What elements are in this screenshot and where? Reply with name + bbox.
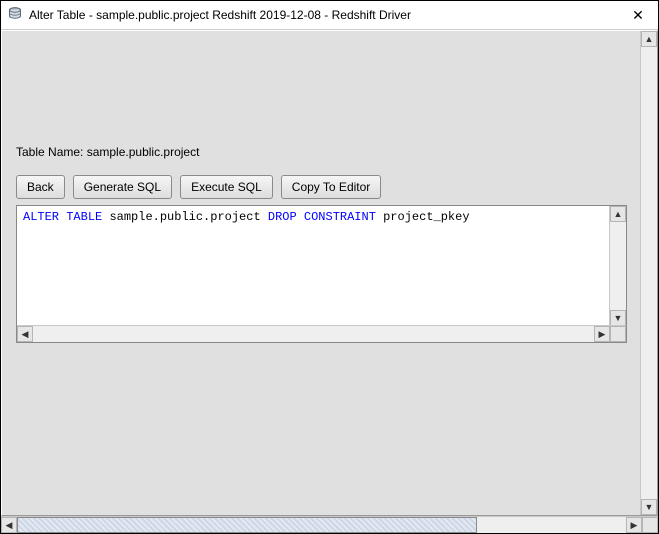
copy-to-editor-button[interactable]: Copy To Editor — [281, 175, 382, 199]
window-title: Alter Table - sample.public.project Reds… — [29, 8, 411, 22]
scroll-left-icon[interactable]: ◀ — [17, 326, 33, 342]
sql-text[interactable]: ALTER TABLE sample.public.project DROP C… — [17, 206, 610, 326]
scroll-down-icon[interactable]: ▼ — [641, 499, 657, 515]
sql-ident: sample.public.project — [109, 210, 260, 224]
sql-keyword: TABLE — [66, 210, 102, 224]
scroll-up-icon[interactable]: ▲ — [610, 206, 626, 222]
execute-sql-button[interactable]: Execute SQL — [180, 175, 273, 199]
scroll-right-icon[interactable]: ▶ — [626, 517, 642, 533]
sql-vertical-scrollbar[interactable]: ▲ ▼ — [609, 206, 626, 326]
scroll-up-icon[interactable]: ▲ — [641, 31, 657, 47]
outer-scroll-area: Table Name: sample.public.project Back G… — [1, 30, 658, 516]
scroll-down-icon[interactable]: ▼ — [610, 310, 626, 326]
title-bar: Alter Table - sample.public.project Reds… — [1, 1, 658, 30]
scroll-left-icon[interactable]: ◀ — [1, 517, 17, 533]
app-window: Alter Table - sample.public.project Reds… — [0, 0, 659, 534]
sql-keyword: ALTER — [23, 210, 59, 224]
window-close-button[interactable]: ✕ — [618, 1, 658, 29]
sql-ident: project_pkey — [383, 210, 469, 224]
generate-sql-button[interactable]: Generate SQL — [73, 175, 172, 199]
content-panel: Table Name: sample.public.project Back G… — [2, 31, 641, 515]
outer-container: Table Name: sample.public.project Back G… — [1, 30, 658, 533]
database-icon — [7, 6, 23, 25]
sql-editor[interactable]: ALTER TABLE sample.public.project DROP C… — [16, 205, 627, 343]
table-name-label: Table Name: sample.public.project — [16, 145, 627, 159]
sql-horizontal-scrollbar[interactable]: ◀ ▶ — [17, 325, 626, 342]
sql-keyword: DROP — [268, 210, 297, 224]
scrollbar-thumb[interactable] — [17, 517, 477, 533]
scroll-right-icon[interactable]: ▶ — [594, 326, 610, 342]
back-button[interactable]: Back — [16, 175, 65, 199]
scrollbar-corner — [610, 326, 626, 342]
sql-keyword: CONSTRAINT — [304, 210, 376, 224]
scrollbar-corner — [642, 517, 658, 533]
outer-vertical-scrollbar[interactable]: ▲ ▼ — [640, 31, 657, 515]
outer-horizontal-scrollbar[interactable]: ◀ ▶ — [1, 516, 658, 533]
button-row: Back Generate SQL Execute SQL Copy To Ed… — [16, 175, 627, 199]
